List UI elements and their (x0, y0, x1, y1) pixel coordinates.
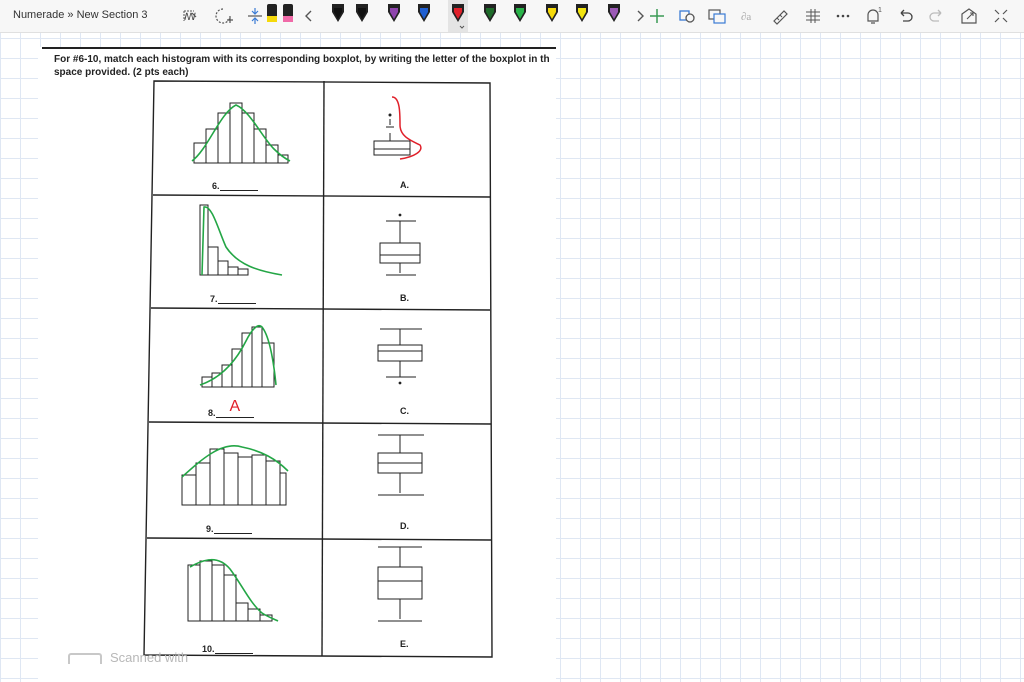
question-10-label[interactable]: 10. (202, 643, 253, 654)
ruler-icon[interactable] (770, 5, 792, 27)
histogram-7 (199, 204, 249, 276)
answer-8-blank[interactable]: A (215, 398, 254, 418)
boxplot-b (379, 213, 421, 276)
histogram-7-curve (201, 206, 283, 276)
format-icon[interactable] (802, 5, 824, 27)
question-7-number: 7. (210, 294, 218, 304)
boxplot-c-letter: C. (400, 406, 409, 416)
question-9-label[interactable]: 9. (206, 523, 252, 534)
boxplot-e-letter: E. (400, 639, 409, 649)
boxplot-d (377, 434, 424, 496)
ink-to-text-icon[interactable] (706, 5, 728, 27)
toolbar: Numerade » New Section 3 ꟿ ∂a 1 (0, 0, 1024, 33)
top-rule (42, 47, 556, 49)
ink-to-shape-icon[interactable] (676, 5, 698, 27)
pink-highlighter-icon[interactable] (278, 0, 298, 32)
boxplot-d-letter: D. (400, 521, 409, 531)
lasso-select-icon[interactable]: ꟿ (180, 5, 202, 27)
question-9-number: 9. (206, 524, 214, 534)
instructions-line-1: For #6-10, match each histogram with its… (54, 54, 550, 65)
answer-7-blank[interactable] (217, 293, 256, 304)
yellow-pen-icon[interactable] (542, 0, 562, 32)
fullscreen-icon[interactable] (958, 5, 980, 27)
purple-pen-icon[interactable] (384, 0, 404, 32)
redo-icon[interactable] (926, 5, 948, 27)
question-6-number: 6. (212, 181, 220, 191)
scanner-logo-icon (68, 653, 102, 665)
question-8-label[interactable]: 8. A (208, 398, 254, 418)
answer-9-blank[interactable] (213, 523, 252, 534)
notification-count: 1 (878, 7, 882, 14)
boxplot-e (377, 546, 423, 622)
matching-grid (143, 80, 493, 658)
yellow-pen-2-icon[interactable] (572, 0, 592, 32)
question-6-label[interactable]: 6. (212, 180, 258, 191)
boxplot-a-curve (391, 96, 422, 160)
question-10-number: 10. (202, 644, 215, 654)
histogram-6-curve (191, 104, 291, 162)
notification-icon[interactable]: 1 (862, 5, 884, 27)
math-icon[interactable]: ∂a (738, 5, 760, 27)
red-pen-icon[interactable] (448, 0, 468, 32)
instructions-line-2: space provided. (2 pts each) (54, 67, 189, 78)
scroll-left-icon[interactable] (298, 5, 320, 27)
histogram-10-curve (189, 558, 279, 622)
add-pen-icon[interactable] (646, 5, 668, 27)
boxplot-b-letter: B. (400, 293, 409, 303)
blue-pen-icon[interactable] (414, 0, 434, 32)
black-pen-icon[interactable] (328, 0, 348, 32)
boxplot-a-letter: A. (400, 180, 409, 190)
purple-pen-2-icon[interactable] (604, 0, 624, 32)
svg-text:∂a: ∂a (741, 11, 751, 23)
add-space-icon[interactable] (212, 5, 234, 27)
answer-6-blank[interactable] (219, 180, 258, 191)
undo-icon[interactable] (894, 5, 916, 27)
green-pen-icon[interactable] (510, 0, 530, 32)
answer-8-ink: A (229, 398, 241, 415)
breadcrumb[interactable]: Numerade » New Section 3 (13, 9, 148, 21)
scanned-watermark: Scanned with (68, 650, 188, 665)
question-7-label[interactable]: 7. (210, 293, 256, 304)
worksheet-page: For #6-10, match each histogram with its… (38, 47, 556, 682)
histogram-8 (201, 326, 275, 388)
instructions: For #6-10, match each histogram with its… (54, 53, 554, 79)
boxplot-c (377, 328, 423, 385)
histogram-8-curve (199, 325, 277, 386)
svg-text:ꟿ: ꟿ (184, 12, 196, 23)
collapse-icon[interactable] (990, 5, 1012, 27)
answer-10-blank[interactable] (214, 643, 253, 654)
more-icon[interactable] (832, 5, 854, 27)
question-8-number: 8. (208, 408, 216, 418)
boxplot-a (373, 113, 411, 156)
scanned-watermark-text: Scanned with (110, 650, 189, 665)
histogram-6 (193, 102, 289, 164)
black-pen-2-icon[interactable] (352, 0, 372, 32)
table-borders (143, 80, 493, 658)
dark-green-pen-icon[interactable] (480, 0, 500, 32)
